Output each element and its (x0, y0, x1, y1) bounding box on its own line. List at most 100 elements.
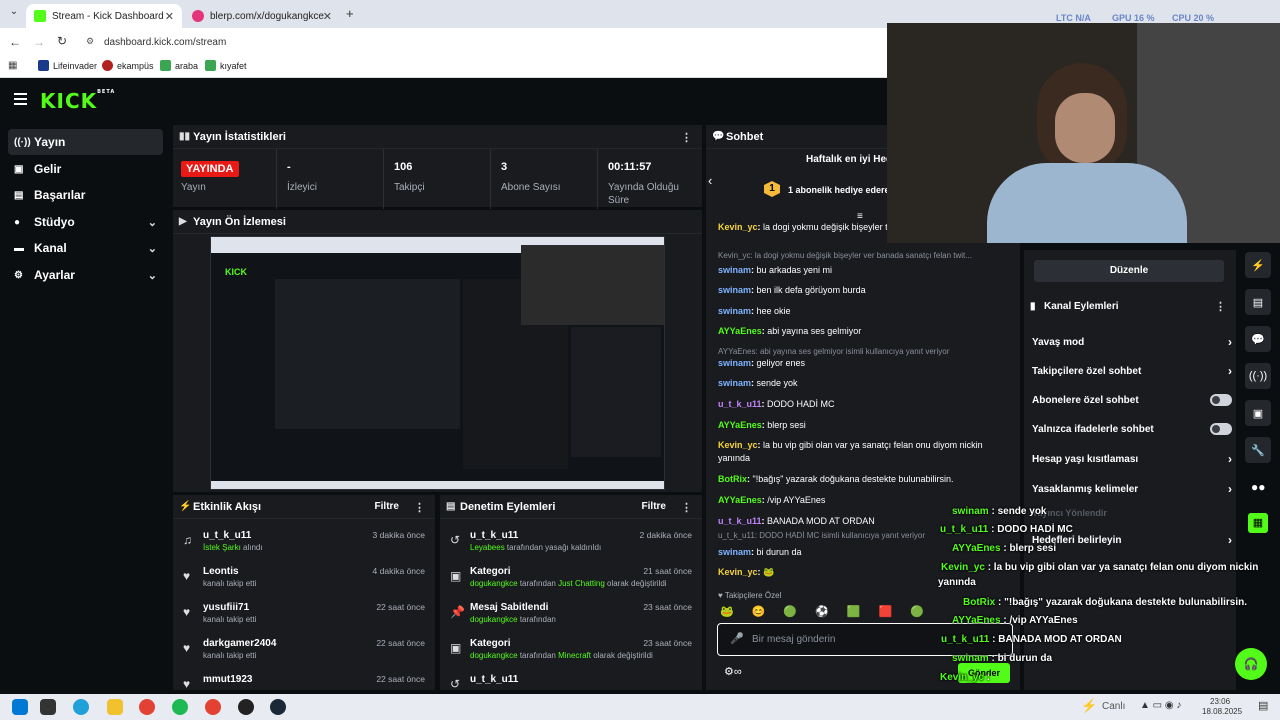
bookmark-item[interactable]: ekampüs (102, 60, 154, 71)
forward-icon[interactable]: → (33, 35, 45, 49)
chat-icon: 💬 (712, 131, 725, 142)
chat-username[interactable]: swinam (718, 378, 751, 388)
edge-icon[interactable] (73, 699, 89, 715)
hamburger-menu-icon[interactable] (14, 93, 27, 105)
bookmark-item[interactable]: kıyafet (205, 60, 247, 71)
more-options-icon[interactable]: ⋮ (1215, 296, 1226, 318)
chat-username[interactable]: u_t_k_u11 (718, 516, 762, 526)
site-info-icon[interactable]: ⚙ (86, 36, 94, 47)
reload-icon[interactable]: ↻ (57, 34, 67, 48)
chat-settings-icon[interactable]: ⚙∞ (724, 665, 742, 678)
chat-message: swinam: ben ilk defa görüyom burda (718, 284, 1003, 297)
emote-icon[interactable]: 🟢 (783, 605, 797, 621)
tab-list-button[interactable]: ⌄ (6, 6, 22, 22)
rail-button-quick-actions[interactable]: ⚡ (1245, 252, 1271, 278)
explorer-icon[interactable] (107, 699, 123, 715)
task-view-icon[interactable] (40, 699, 56, 715)
emote-icon[interactable]: 🟢 (910, 605, 924, 621)
reply-text: u_t_k_u11: DODO HADİ MC isimli kullanıcı… (718, 531, 926, 540)
sidebar-item-studyo[interactable]: ● Stüdyo ⌄ (8, 209, 163, 235)
chat-username[interactable]: swinam (718, 358, 751, 368)
filter-button[interactable]: Filtre (642, 501, 666, 512)
emote-icon[interactable]: 🐸 (720, 605, 734, 621)
tab-blerp[interactable]: blerp.com/x/dogukangkce ✕ (184, 4, 340, 28)
chat-username[interactable]: swinam (718, 285, 751, 295)
chat-text: DODO HADİ MC (767, 399, 835, 409)
overlay-text: yanında (938, 577, 976, 588)
rail-button-notes[interactable]: ▤ (1245, 289, 1271, 315)
microphone-icon[interactable]: 🎤 (730, 632, 744, 645)
edit-button[interactable]: Düzenle (1034, 260, 1224, 282)
action-slow-mode[interactable]: Yavaş mod › (1032, 328, 1232, 356)
action-subscribers-only[interactable]: Abonelere özel sohbet (1032, 386, 1232, 414)
overlay-username: AYYaEnes (952, 615, 1001, 626)
spotify-icon[interactable] (172, 699, 188, 715)
chrome-icon[interactable] (139, 699, 155, 715)
more-options-icon[interactable]: ⋮ (681, 501, 692, 514)
emote-icon[interactable]: 🟥 (879, 605, 893, 621)
more-options-icon[interactable]: ⋮ (681, 131, 692, 144)
chat-message: BotRix: "!bağış" yazarak doğukana destek… (718, 473, 1003, 486)
notifications-icon[interactable]: ▤ (1258, 699, 1268, 712)
chrome-icon[interactable] (205, 699, 221, 715)
emote-icon[interactable]: 😊 (752, 605, 766, 621)
chat-username[interactable]: Kevin_yc (718, 440, 758, 450)
overlay-username: u_t_k_u11 (941, 634, 990, 645)
tab-kick-dashboard[interactable]: Stream - Kick Dashboard ✕ (26, 4, 182, 28)
sidebar-item-yayin[interactable]: ((·)) Yayın (8, 129, 163, 155)
toggle-switch[interactable] (1210, 423, 1232, 435)
action-emotes-only[interactable]: Yalnızca ifadelerle sohbet (1032, 415, 1232, 443)
list-item: ♥ mmut1923 22 saat önce (183, 674, 425, 691)
close-tab-icon[interactable]: ✕ (323, 10, 332, 23)
chat-username[interactable]: BotRix (718, 474, 747, 484)
kick-logo[interactable]: KICKBETA (40, 89, 115, 113)
steam-icon[interactable] (270, 699, 286, 715)
shield-icon: ▮ (1030, 301, 1036, 312)
sidebar-item-ayarlar[interactable]: ⚙ Ayarlar ⌄ (8, 262, 163, 288)
chat-username[interactable]: u_t_k_u11 (718, 399, 762, 409)
rail-button-clips[interactable]: ▦ (1248, 513, 1268, 533)
leaderboard-rank-badge: 1 (764, 181, 780, 197)
rail-button-chat[interactable]: 💬 (1245, 326, 1271, 352)
action-followers-only[interactable]: Takipçilere özel sohbet › (1032, 357, 1232, 385)
chat-username[interactable]: swinam (718, 265, 751, 275)
start-icon[interactable] (12, 699, 28, 715)
app-icon[interactable] (238, 699, 254, 715)
back-icon[interactable]: ← (9, 35, 21, 49)
address-bar[interactable]: dashboard.kick.com/stream (104, 37, 226, 48)
chat-username[interactable]: AYYaEnes (718, 495, 762, 505)
rail-button-broadcast[interactable]: ((·)) (1245, 363, 1271, 389)
chat-message: swinam: hee okie (718, 305, 1003, 318)
sidebar-item-basarilar[interactable]: ▤ Başarılar (8, 182, 163, 208)
toggle-switch[interactable] (1210, 394, 1232, 406)
tray-icons[interactable]: ▲ ▭ ◉ ♪ (1140, 700, 1181, 711)
leaderboard-prev-icon[interactable]: ‹ (708, 173, 712, 188)
emote-icon[interactable]: 🟩 (847, 605, 861, 621)
chat-username[interactable]: swinam (718, 547, 751, 557)
rail-button-community[interactable]: ●● (1251, 480, 1266, 494)
filter-button[interactable]: Filtre (375, 501, 399, 512)
bookmark-item[interactable]: araba (160, 60, 198, 71)
rail-button-layout[interactable]: ▣ (1245, 400, 1271, 426)
chat-text: "!bağış" yazarak doğukana destekte bulun… (752, 474, 954, 484)
more-options-icon[interactable]: ⋮ (414, 501, 425, 514)
close-tab-icon[interactable]: ✕ (165, 10, 174, 23)
chat-username[interactable]: Kevin_yc (718, 567, 758, 577)
apps-icon[interactable]: ▦ (8, 60, 17, 71)
chat-username[interactable]: AYYaEnes (718, 326, 762, 336)
bookmark-item[interactable]: Lifeinvader (38, 60, 97, 71)
new-tab-button[interactable]: + (346, 6, 354, 21)
chat-username[interactable]: swinam (718, 306, 751, 316)
sidebar-item-gelir[interactable]: ▣ Gelir (8, 156, 163, 182)
stream-preview-video[interactable]: KICK (210, 236, 665, 490)
chat-message: Kevin_yc: la bu vip gibi olan var ya san… (718, 439, 1003, 465)
chat-username[interactable]: AYYaEnes (718, 420, 762, 430)
action-account-age[interactable]: Hesap yaşı kısıtlaması › (1032, 445, 1232, 473)
emote-icon[interactable]: ⚽ (815, 605, 829, 621)
sidebar-item-kanal[interactable]: ▬ Kanal ⌄ (8, 235, 163, 261)
help-button[interactable]: 🎧 (1235, 648, 1267, 680)
chevron-right-icon: › (1228, 364, 1232, 378)
chat-username[interactable]: Kevin_yc (718, 222, 758, 232)
rail-button-tools[interactable]: 🔧 (1245, 437, 1271, 463)
action-banned-words[interactable]: Yasaklanmış kelimeler › (1032, 475, 1232, 503)
